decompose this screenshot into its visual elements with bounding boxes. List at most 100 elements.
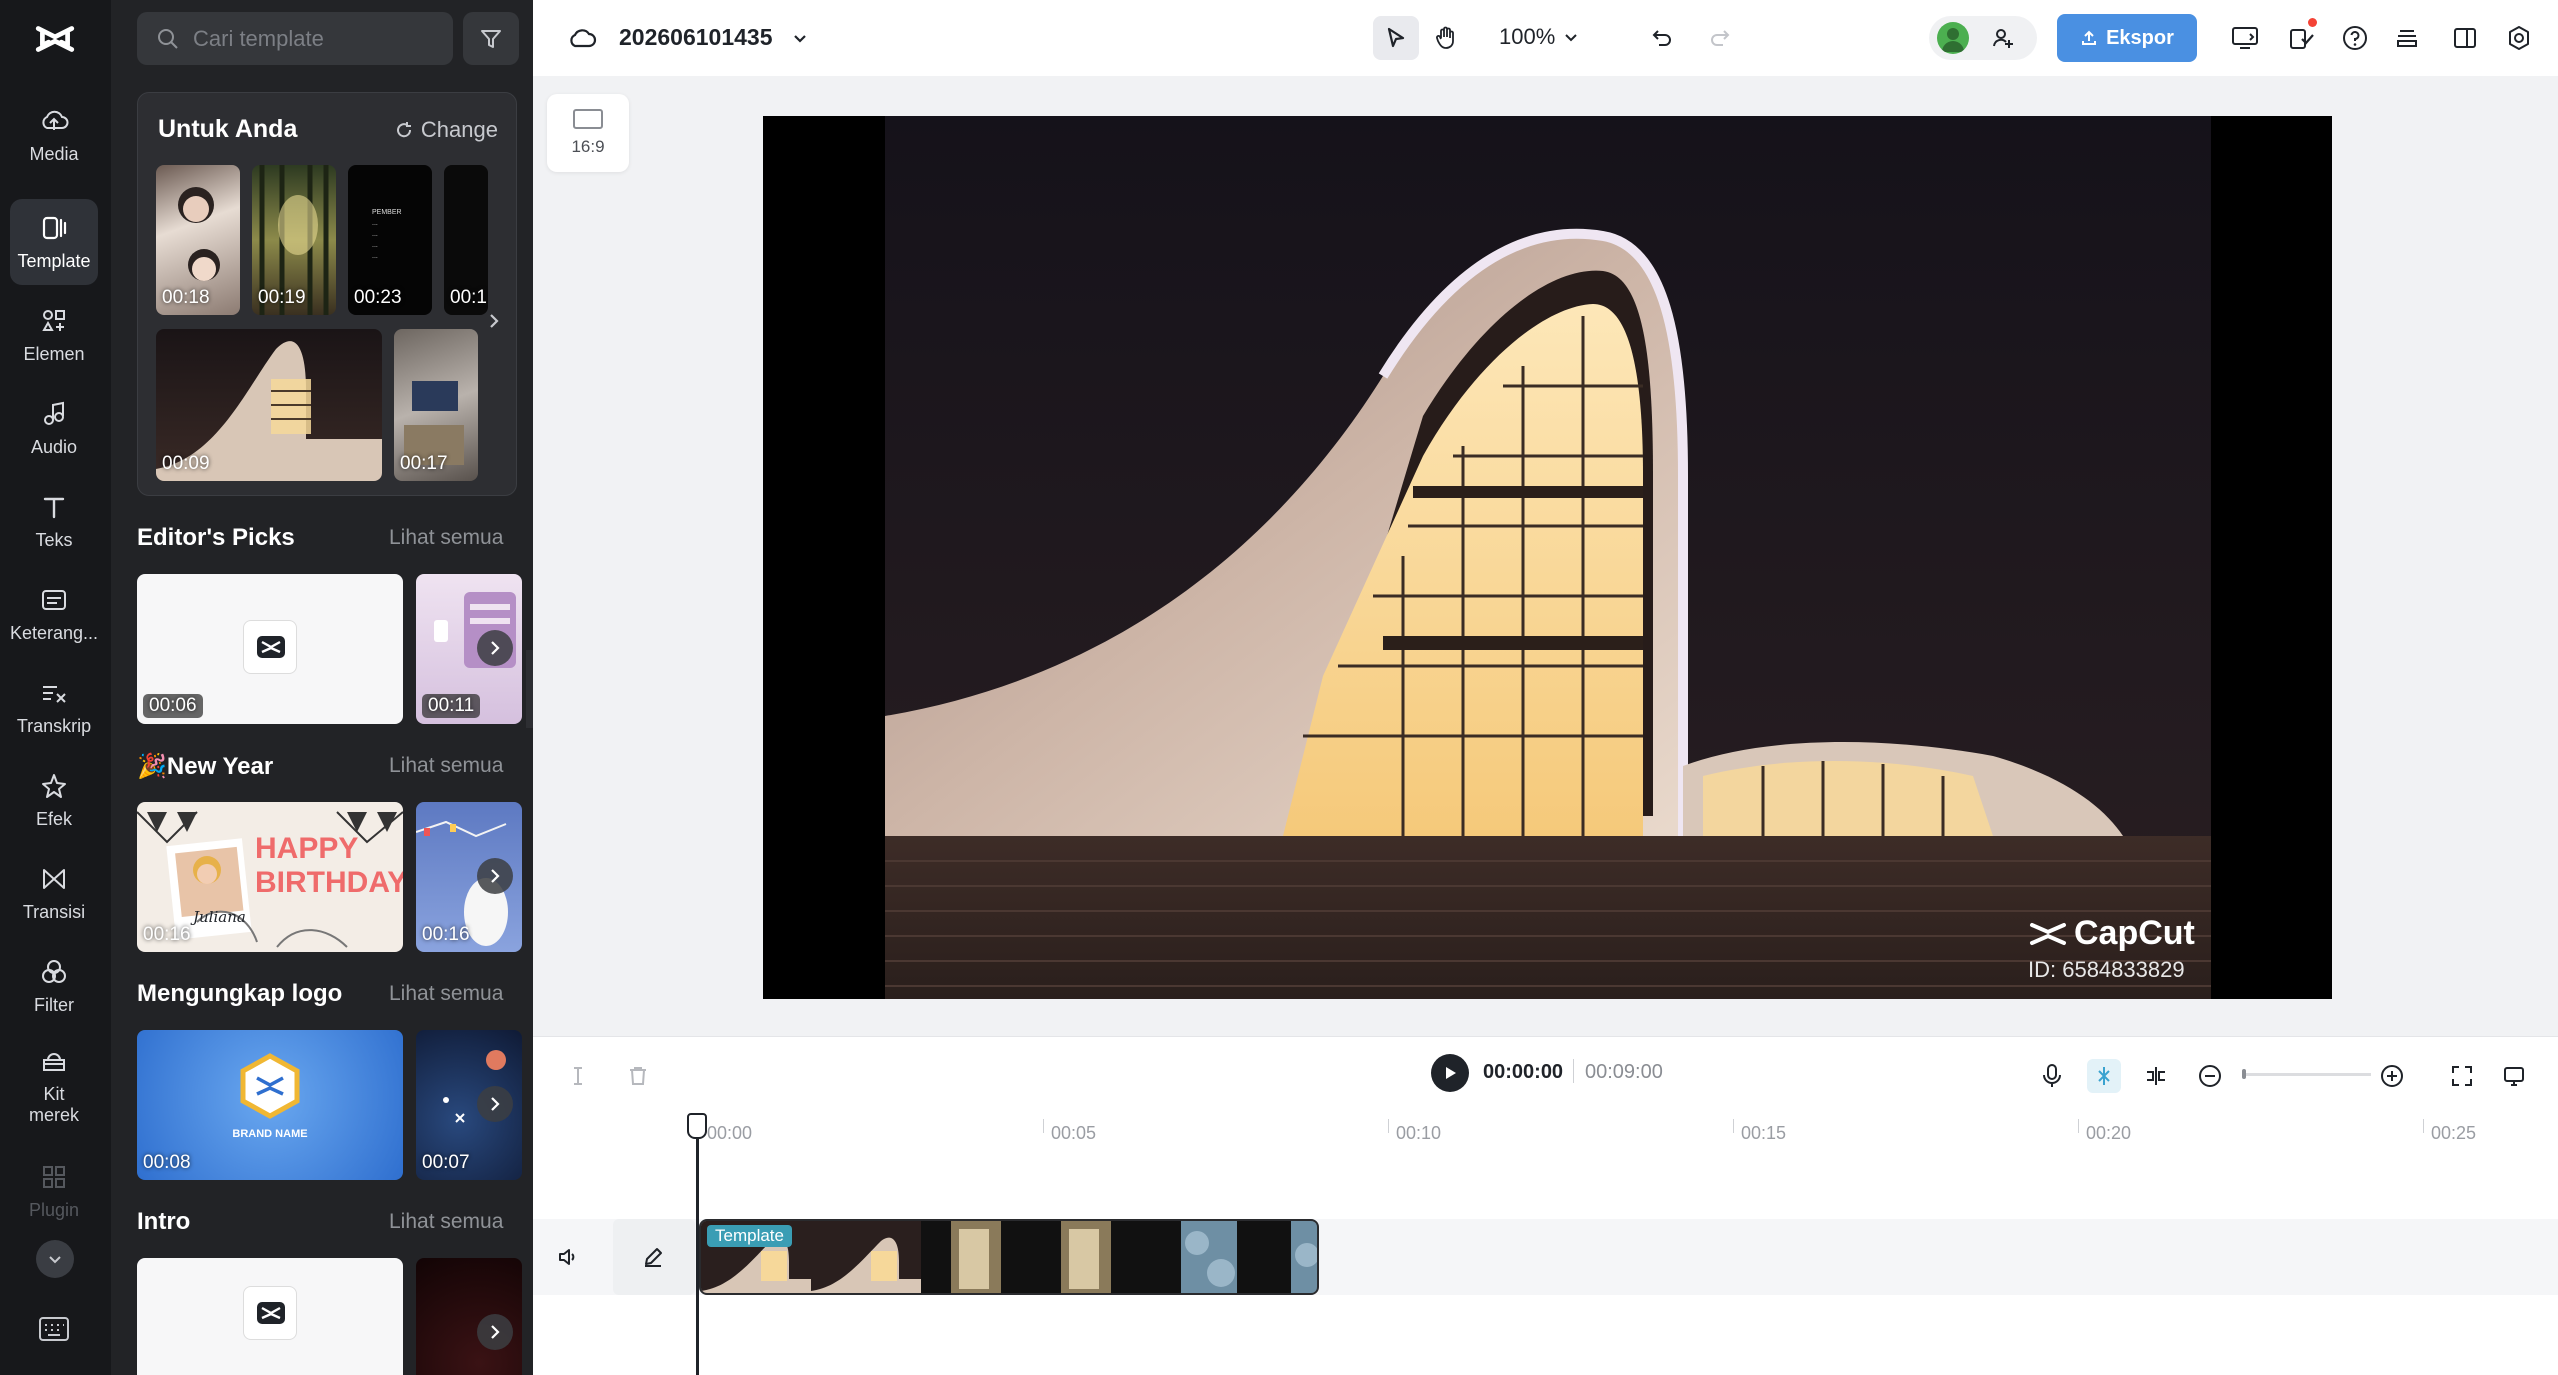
- rail-item-effects[interactable]: Efek: [10, 757, 98, 843]
- video-preview[interactable]: CapCut ID: 6584833829: [763, 116, 2332, 999]
- screen-icon: [2504, 1067, 2524, 1086]
- delete-button[interactable]: [621, 1059, 655, 1093]
- track-mute-button[interactable]: [551, 1240, 585, 1274]
- timeline-ruler[interactable]: 00:00 00:05 00:10 00:15 00:20 00:25: [533, 1113, 2558, 1153]
- aspect-ratio-icon: [573, 109, 603, 129]
- playhead[interactable]: [696, 1113, 699, 1375]
- video-clip[interactable]: Template: [699, 1219, 1319, 1295]
- track-edit-button[interactable]: [613, 1219, 695, 1295]
- see-all-link[interactable]: Lihat semua: [389, 1210, 503, 1234]
- present-button[interactable]: [2229, 22, 2261, 54]
- ruler-tick: [2423, 1119, 2424, 1133]
- chevron-right-icon: [491, 869, 500, 883]
- template-thumb[interactable]: PEMBER ... ... ... ... 00:23: [348, 165, 432, 315]
- template-search[interactable]: [137, 12, 453, 65]
- template-thumb[interactable]: 00:18: [156, 165, 240, 315]
- split-icon: [574, 1067, 582, 1085]
- section-next-button[interactable]: [477, 1314, 513, 1350]
- settings-button[interactable]: [2503, 22, 2535, 54]
- zoom-slider-handle[interactable]: [2242, 1069, 2246, 1079]
- play-button[interactable]: [1431, 1054, 1469, 1092]
- template-thumb[interactable]: 00:09: [156, 329, 382, 481]
- minus-circle-icon: [2199, 1065, 2221, 1087]
- template-thumb[interactable]: 00:06: [137, 574, 403, 724]
- template-thumb[interactable]: 00:17: [394, 329, 478, 481]
- chevron-right-icon: [491, 1097, 500, 1111]
- template-thumb[interactable]: HAPPY BIRTHDAY Juliana 00:16: [137, 802, 403, 952]
- see-all-link[interactable]: Lihat semua: [389, 982, 503, 1006]
- ruler-tick: [1733, 1119, 1734, 1133]
- section-title: Intro: [137, 1208, 191, 1235]
- ruler-label: 00:00: [707, 1123, 753, 1143]
- rail-item-template[interactable]: Template: [10, 199, 98, 285]
- rail-item-media[interactable]: Media: [10, 92, 98, 178]
- split-track-icon: [2147, 1067, 2165, 1085]
- layout-button[interactable]: [2449, 22, 2481, 54]
- split-button[interactable]: [561, 1059, 595, 1093]
- chevron-down-icon: [1565, 34, 1577, 42]
- redo-button[interactable]: [1697, 16, 1743, 60]
- auto-snap-button[interactable]: [2087, 1059, 2121, 1093]
- see-all-link[interactable]: Lihat semua: [389, 526, 503, 550]
- rail-item-text[interactable]: Teks: [10, 478, 98, 564]
- stack-icon: [2397, 30, 2417, 47]
- layers-button[interactable]: [2391, 22, 2423, 54]
- rail-item-transcript[interactable]: Transkrip: [10, 664, 98, 750]
- preview-panel-button[interactable]: [2497, 1059, 2531, 1093]
- rail-item-brand-kit[interactable]: Kit merek: [10, 1036, 98, 1136]
- template-thumb[interactable]: 00:19: [252, 165, 336, 315]
- aspect-ratio-button[interactable]: 16:9: [547, 94, 629, 172]
- rail-item-plugin[interactable]: Plugin: [10, 1148, 98, 1234]
- add-user-icon[interactable]: [1991, 26, 2015, 50]
- link-tracks-button[interactable]: [2139, 1059, 2173, 1093]
- select-tool-button[interactable]: [1373, 16, 1419, 60]
- zoom-in-button[interactable]: [2375, 1059, 2409, 1093]
- rail-item-transition[interactable]: Transisi: [10, 850, 98, 936]
- plus-circle-icon: [2381, 1065, 2403, 1087]
- notifications-button[interactable]: [2285, 18, 2317, 54]
- filter-icon: [42, 959, 66, 983]
- rail-item-filter[interactable]: Filter: [10, 943, 98, 1029]
- filter-button[interactable]: [463, 12, 519, 65]
- export-button[interactable]: Ekspor: [2057, 14, 2197, 62]
- clip-label: Template: [707, 1225, 792, 1247]
- template-thumb[interactable]: [137, 1258, 403, 1375]
- template-thumb[interactable]: [416, 1258, 522, 1375]
- section-next-button[interactable]: [477, 858, 513, 894]
- pencil-icon: [645, 1248, 662, 1267]
- pointer-icon: [1387, 27, 1405, 48]
- template-thumb[interactable]: BRAND NAME 00:08: [137, 1030, 403, 1180]
- record-voice-button[interactable]: [2035, 1059, 2069, 1093]
- section-next-button[interactable]: [477, 1086, 513, 1122]
- help-icon: [2343, 26, 2367, 50]
- rail-expand-button[interactable]: [36, 1240, 74, 1278]
- chevron-down-icon: [49, 1256, 61, 1264]
- zoom-dropdown[interactable]: 100%: [1499, 24, 1579, 50]
- help-button[interactable]: [2339, 22, 2371, 54]
- rail-item-captions[interactable]: Keterang...: [10, 571, 98, 657]
- keyboard-icon[interactable]: [38, 1316, 70, 1342]
- hand-icon: [1436, 26, 1454, 49]
- change-button[interactable]: Change: [395, 117, 498, 143]
- section-next-button[interactable]: [477, 630, 513, 666]
- zoom-out-button[interactable]: [2193, 1059, 2227, 1093]
- template-icon: [42, 216, 67, 239]
- see-all-link[interactable]: Lihat semua: [389, 754, 503, 778]
- capcut-logo-icon[interactable]: [34, 18, 76, 60]
- undo-button[interactable]: [1639, 16, 1685, 60]
- upload-icon: [2082, 30, 2097, 45]
- avatar[interactable]: [1937, 22, 1969, 54]
- collaborators-group[interactable]: [1929, 16, 2037, 60]
- fit-timeline-button[interactable]: [2445, 1059, 2479, 1093]
- for-you-next-button[interactable]: [476, 303, 512, 339]
- section-title: 🎉New Year: [137, 753, 274, 780]
- rail-item-audio[interactable]: Audio: [10, 385, 98, 471]
- playhead-handle[interactable]: [687, 1113, 707, 1139]
- ruler-label: 00:20: [2086, 1123, 2132, 1143]
- search-input[interactable]: [193, 25, 433, 52]
- timeline-zoom-slider[interactable]: [2243, 1073, 2371, 1076]
- hand-tool-button[interactable]: [1423, 16, 1469, 60]
- template-thumb[interactable]: 00:1: [444, 165, 488, 315]
- rail-item-elements[interactable]: Elemen: [10, 292, 98, 378]
- project-name-dropdown[interactable]: 202606101435: [567, 24, 809, 51]
